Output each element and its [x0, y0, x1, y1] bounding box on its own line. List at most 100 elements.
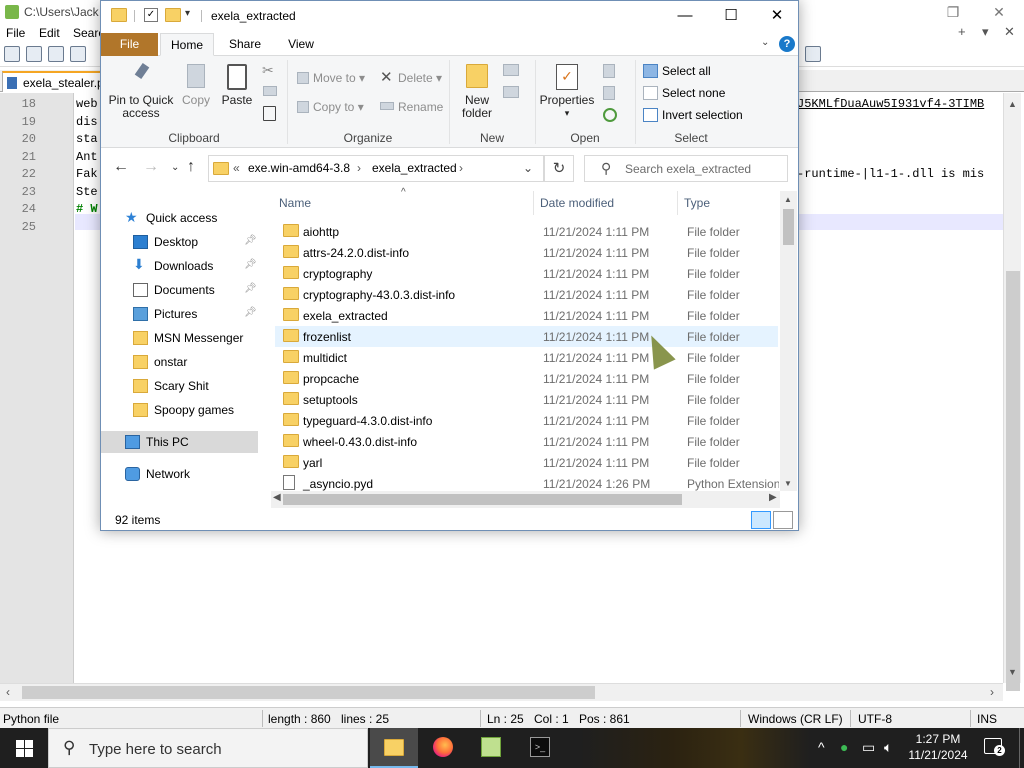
file-row[interactable]: propcache 11/21/2024 1:11 PM File folder [275, 368, 778, 389]
nav-item-documents[interactable]: Documents 📌︎ [101, 279, 258, 301]
npp-menu-file[interactable]: File [6, 26, 25, 40]
file-row[interactable]: wheel-0.43.0.dist-info 11/21/2024 1:11 PM… [275, 431, 778, 452]
file-row[interactable]: frozenlist 11/21/2024 1:11 PM File folder [275, 326, 778, 347]
tab-home[interactable]: Home [160, 33, 214, 56]
breadcrumb-chevron-icon[interactable]: › [459, 161, 463, 175]
file-row[interactable]: setuptools 11/21/2024 1:11 PM File folder [275, 389, 778, 410]
new-folder-button[interactable]: New folder [453, 64, 501, 120]
nav-item-pictures[interactable]: Pictures 📌︎ [101, 303, 258, 325]
save-file-icon[interactable] [48, 46, 64, 62]
column-date-modified[interactable]: Date modified [540, 196, 614, 210]
history-icon[interactable] [603, 108, 617, 122]
npp-menu-edit[interactable]: Edit [39, 26, 60, 40]
ribbon-expand-icon[interactable]: ⌄ [761, 37, 769, 48]
npp-toolbar-right-icon[interactable] [805, 46, 821, 62]
start-button[interactable] [0, 728, 48, 768]
select-all-button[interactable]: Select all [662, 64, 711, 78]
npp-plus-icon[interactable]: + [958, 24, 966, 39]
taskbar-file-explorer[interactable] [370, 728, 418, 768]
nav-item-msn-messenger[interactable]: MSN Messenger [101, 327, 258, 349]
tab-share[interactable]: Share [225, 33, 265, 56]
details-view-icon[interactable] [751, 511, 771, 529]
paste-shortcut-icon[interactable] [263, 106, 276, 121]
tab-view[interactable]: View [283, 33, 319, 56]
maximize-icon[interactable]: ☐ [708, 1, 754, 31]
file-list-vscroll-thumb[interactable] [783, 209, 794, 245]
npp-horizontal-scrollbar[interactable]: ‹ › [0, 683, 1003, 701]
npp-hscroll-thumb[interactable] [22, 686, 595, 699]
tray-chevron-up-icon[interactable]: ^ [818, 739, 825, 755]
file-list-vertical-scrollbar[interactable]: ▲ ▼ [780, 191, 797, 491]
file-row[interactable]: cryptography-43.0.3.dist-info 11/21/2024 … [275, 284, 778, 305]
file-list-hscroll-thumb[interactable] [283, 494, 682, 505]
copy-to-button[interactable]: Copy to ▾ [313, 100, 364, 114]
tab-file[interactable]: File [101, 33, 158, 56]
delete-button[interactable]: Delete ▾ [398, 71, 442, 85]
breadcrumb-chevron-icon[interactable]: › [357, 161, 361, 175]
new-folder-quick-icon[interactable] [165, 8, 181, 22]
address-dropdown-icon[interactable]: ⌄ [523, 161, 533, 175]
refresh-button[interactable]: ↻ [544, 155, 574, 182]
rename-button[interactable]: Rename [398, 100, 443, 114]
scroll-right-icon[interactable]: › [990, 685, 994, 699]
column-type[interactable]: Type [684, 196, 710, 210]
copy-path-icon[interactable] [263, 86, 277, 96]
copy-button[interactable]: Copy [177, 64, 215, 107]
large-icons-view-icon[interactable] [773, 511, 793, 529]
open-icon[interactable] [603, 64, 615, 78]
scroll-down-icon[interactable]: ▼ [784, 479, 792, 488]
file-row[interactable]: yarl 11/21/2024 1:11 PM File folder [275, 452, 778, 473]
scroll-down-icon[interactable]: ▼ [1008, 667, 1017, 677]
open-file-icon[interactable] [26, 46, 42, 62]
breadcrumb-overflow[interactable]: « [233, 161, 240, 175]
scroll-left-icon[interactable]: ◀ [273, 492, 281, 503]
nav-item-downloads[interactable]: ⬇ Downloads 📌︎ [101, 255, 258, 277]
new-item-icon[interactable] [503, 64, 519, 76]
forward-icon[interactable]: → [143, 158, 159, 176]
recent-locations-icon[interactable]: ⌄ [171, 162, 179, 173]
taskbar-notepadpp[interactable] [467, 728, 515, 768]
back-icon[interactable]: ← [113, 158, 129, 176]
breadcrumb-exe-win[interactable]: exe.win-amd64-3.8 [248, 161, 350, 175]
properties-quick-icon[interactable]: ✓ [144, 8, 158, 22]
npp-close-icon[interactable]: ✕ [976, 2, 1022, 22]
file-row[interactable]: typeguard-4.3.0.dist-info 11/21/2024 1:11… [275, 410, 778, 431]
npp-dropdown-icon[interactable]: ▾ [982, 24, 989, 40]
address-bar[interactable]: « exe.win-amd64-3.8 › exela_extracted › … [208, 155, 544, 182]
paste-button[interactable]: Paste [217, 64, 257, 107]
nav-item-quick-access[interactable]: ★ Quick access [101, 207, 258, 229]
easy-access-icon[interactable] [503, 86, 519, 98]
scroll-left-icon[interactable]: ‹ [6, 685, 10, 699]
minimize-icon[interactable]: — [662, 1, 708, 31]
nav-item-this-pc[interactable]: This PC [101, 431, 258, 453]
invert-selection-button[interactable]: Invert selection [662, 108, 743, 122]
save-all-icon[interactable] [70, 46, 86, 62]
network-icon[interactable]: ▭ [862, 739, 875, 756]
scroll-right-icon[interactable]: ▶ [769, 492, 777, 503]
select-none-button[interactable]: Select none [662, 86, 725, 100]
scroll-up-icon[interactable]: ▲ [1008, 99, 1017, 109]
column-name[interactable]: Name [279, 196, 311, 210]
close-icon[interactable]: ✕ [754, 1, 798, 31]
npp-vertical-scrollbar[interactable]: ▲ ▼ [1003, 93, 1021, 691]
notification-center-icon[interactable]: 2 [984, 738, 1005, 756]
taskbar-firefox[interactable] [419, 728, 467, 768]
nav-item-desktop[interactable]: Desktop 📌︎ [101, 231, 258, 253]
file-list-horizontal-scrollbar[interactable]: ◀ ▶ [271, 491, 780, 508]
taskbar-clock[interactable]: 1:27 PM 11/21/2024 [906, 731, 970, 763]
nav-item-scary-shit[interactable]: Scary Shit [101, 375, 258, 397]
show-desktop-button[interactable] [1019, 728, 1024, 768]
edit-icon[interactable] [603, 86, 615, 100]
pin-to-quick-access-button[interactable]: Pin to Quick access [105, 62, 177, 120]
file-row[interactable]: attrs-24.2.0.dist-info 11/21/2024 1:11 PM… [275, 242, 778, 263]
search-input[interactable]: ⚲ Search exela_extracted [584, 155, 788, 182]
properties-button[interactable]: ✓ Properties ▾ [537, 64, 597, 120]
taskbar-terminal[interactable]: >_ [516, 728, 564, 768]
help-icon[interactable]: ? [779, 36, 795, 52]
file-row[interactable]: aiohttp 11/21/2024 1:11 PM File folder [275, 221, 778, 242]
file-row[interactable]: multidict 11/21/2024 1:11 PM File folder [275, 347, 778, 368]
breadcrumb-exela-extracted[interactable]: exela_extracted [372, 161, 457, 175]
npp-restore-icon[interactable]: ❐ [930, 2, 976, 22]
volume-icon[interactable]: 🔈︎ [884, 739, 892, 756]
nav-item-onstar[interactable]: onstar [101, 351, 258, 373]
